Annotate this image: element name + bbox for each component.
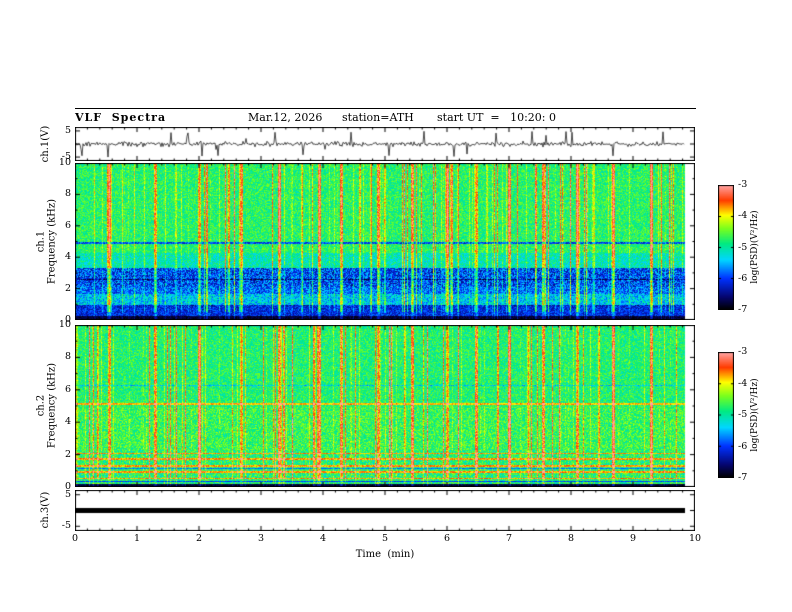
x-axis-tick-label: 9 (629, 533, 637, 544)
figure-title: VLF Spectra (75, 111, 167, 124)
x-axis-tick-label: 7 (505, 533, 513, 544)
x-axis-tick-label: 10 (688, 533, 702, 544)
x-axis-tick-label: 4 (319, 533, 327, 544)
y-axis-tick-label: 5 (64, 488, 71, 500)
x-axis-tick-label: 1 (133, 533, 141, 544)
x-axis-title: Time (min) (355, 549, 415, 560)
y-axis-tick-label: 6 (64, 219, 71, 231)
y-axis-tick-label: 6 (64, 383, 71, 395)
colorbar1-canvas (718, 185, 734, 310)
colorbar-tick-label: -6 (738, 272, 748, 284)
colorbar1-label: log(PSD)(V²/Hz) (750, 210, 760, 284)
x-axis-tick-label: 0 (71, 533, 79, 544)
y-axis-tick-label: 8 (64, 188, 71, 200)
y-axis-tick-label: 5 (64, 124, 71, 136)
ch2-spec-ylabel-line2: Frequency (kHz) (46, 362, 58, 449)
start-ut-label: start UT = 10:20: 0 (437, 111, 557, 124)
ch2-spec-ylabel-line1: ch.2 (35, 394, 47, 417)
header-rule (75, 108, 696, 109)
ch1-spectrogram-canvas (75, 163, 695, 320)
colorbar-tick-label: -4 (738, 377, 748, 389)
x-axis-tick-label: 2 (195, 533, 203, 544)
ch1-spectrogram-panel (75, 163, 695, 320)
x-axis-tick-label: 6 (443, 533, 451, 544)
colorbar-tick-label: -5 (738, 409, 748, 420)
colorbar-tick-label: -7 (738, 472, 748, 483)
ch3-waveform-panel (75, 490, 695, 531)
station-label: station=ATH (342, 111, 414, 124)
y-axis-tick-label: 8 (64, 351, 71, 363)
y-axis-tick-label: 4 (64, 251, 71, 263)
y-axis-tick-label: 2 (64, 282, 71, 294)
x-axis-tick-label: 5 (381, 533, 389, 544)
colorbar-tick-label: -7 (738, 304, 748, 315)
ch1-waveform-canvas (75, 127, 695, 161)
ch1-spec-ylabel-line1: ch.1 (35, 230, 47, 253)
ch3-wave-ylabel: ch.3(V) (40, 491, 51, 529)
colorbar1 (718, 185, 734, 310)
colorbar2-label: log(PSD)(V²/Hz) (750, 378, 760, 452)
figure-date: Mar.12, 2026 (248, 111, 323, 124)
x-axis-tick-label: 3 (257, 533, 265, 544)
ch3-waveform-canvas (75, 490, 695, 531)
y-axis-tick-label: 10 (58, 319, 71, 330)
colorbar-tick-label: -5 (738, 241, 748, 253)
y-axis-tick-label: 2 (64, 448, 71, 460)
colorbar-tick-label: -4 (738, 210, 748, 222)
colorbar-tick-label: -6 (738, 440, 748, 452)
colorbar-tick-label: -3 (738, 179, 748, 190)
ch1-spec-ylabel: ch.1 Frequency (kHz) (36, 167, 59, 317)
y-axis-tick-label: -5 (61, 151, 71, 163)
ch1-waveform-panel (75, 127, 695, 161)
ch2-spectrogram-canvas (75, 325, 695, 487)
colorbar-tick-label: -3 (738, 346, 748, 357)
vlf-spectra-figure: VLF Spectra Mar.12, 2026 station=ATH sta… (0, 0, 792, 612)
ch2-spec-ylabel: ch.2 Frequency (kHz) (36, 331, 59, 481)
ch2-spectrogram-panel (75, 325, 695, 487)
y-axis-tick-label: -5 (61, 520, 71, 532)
ch1-spec-ylabel-line2: Frequency (kHz) (46, 198, 58, 285)
y-axis-tick-label: 4 (64, 416, 71, 428)
x-axis-tick-label: 8 (567, 533, 575, 544)
colorbar2 (718, 352, 734, 478)
colorbar2-canvas (718, 352, 734, 478)
